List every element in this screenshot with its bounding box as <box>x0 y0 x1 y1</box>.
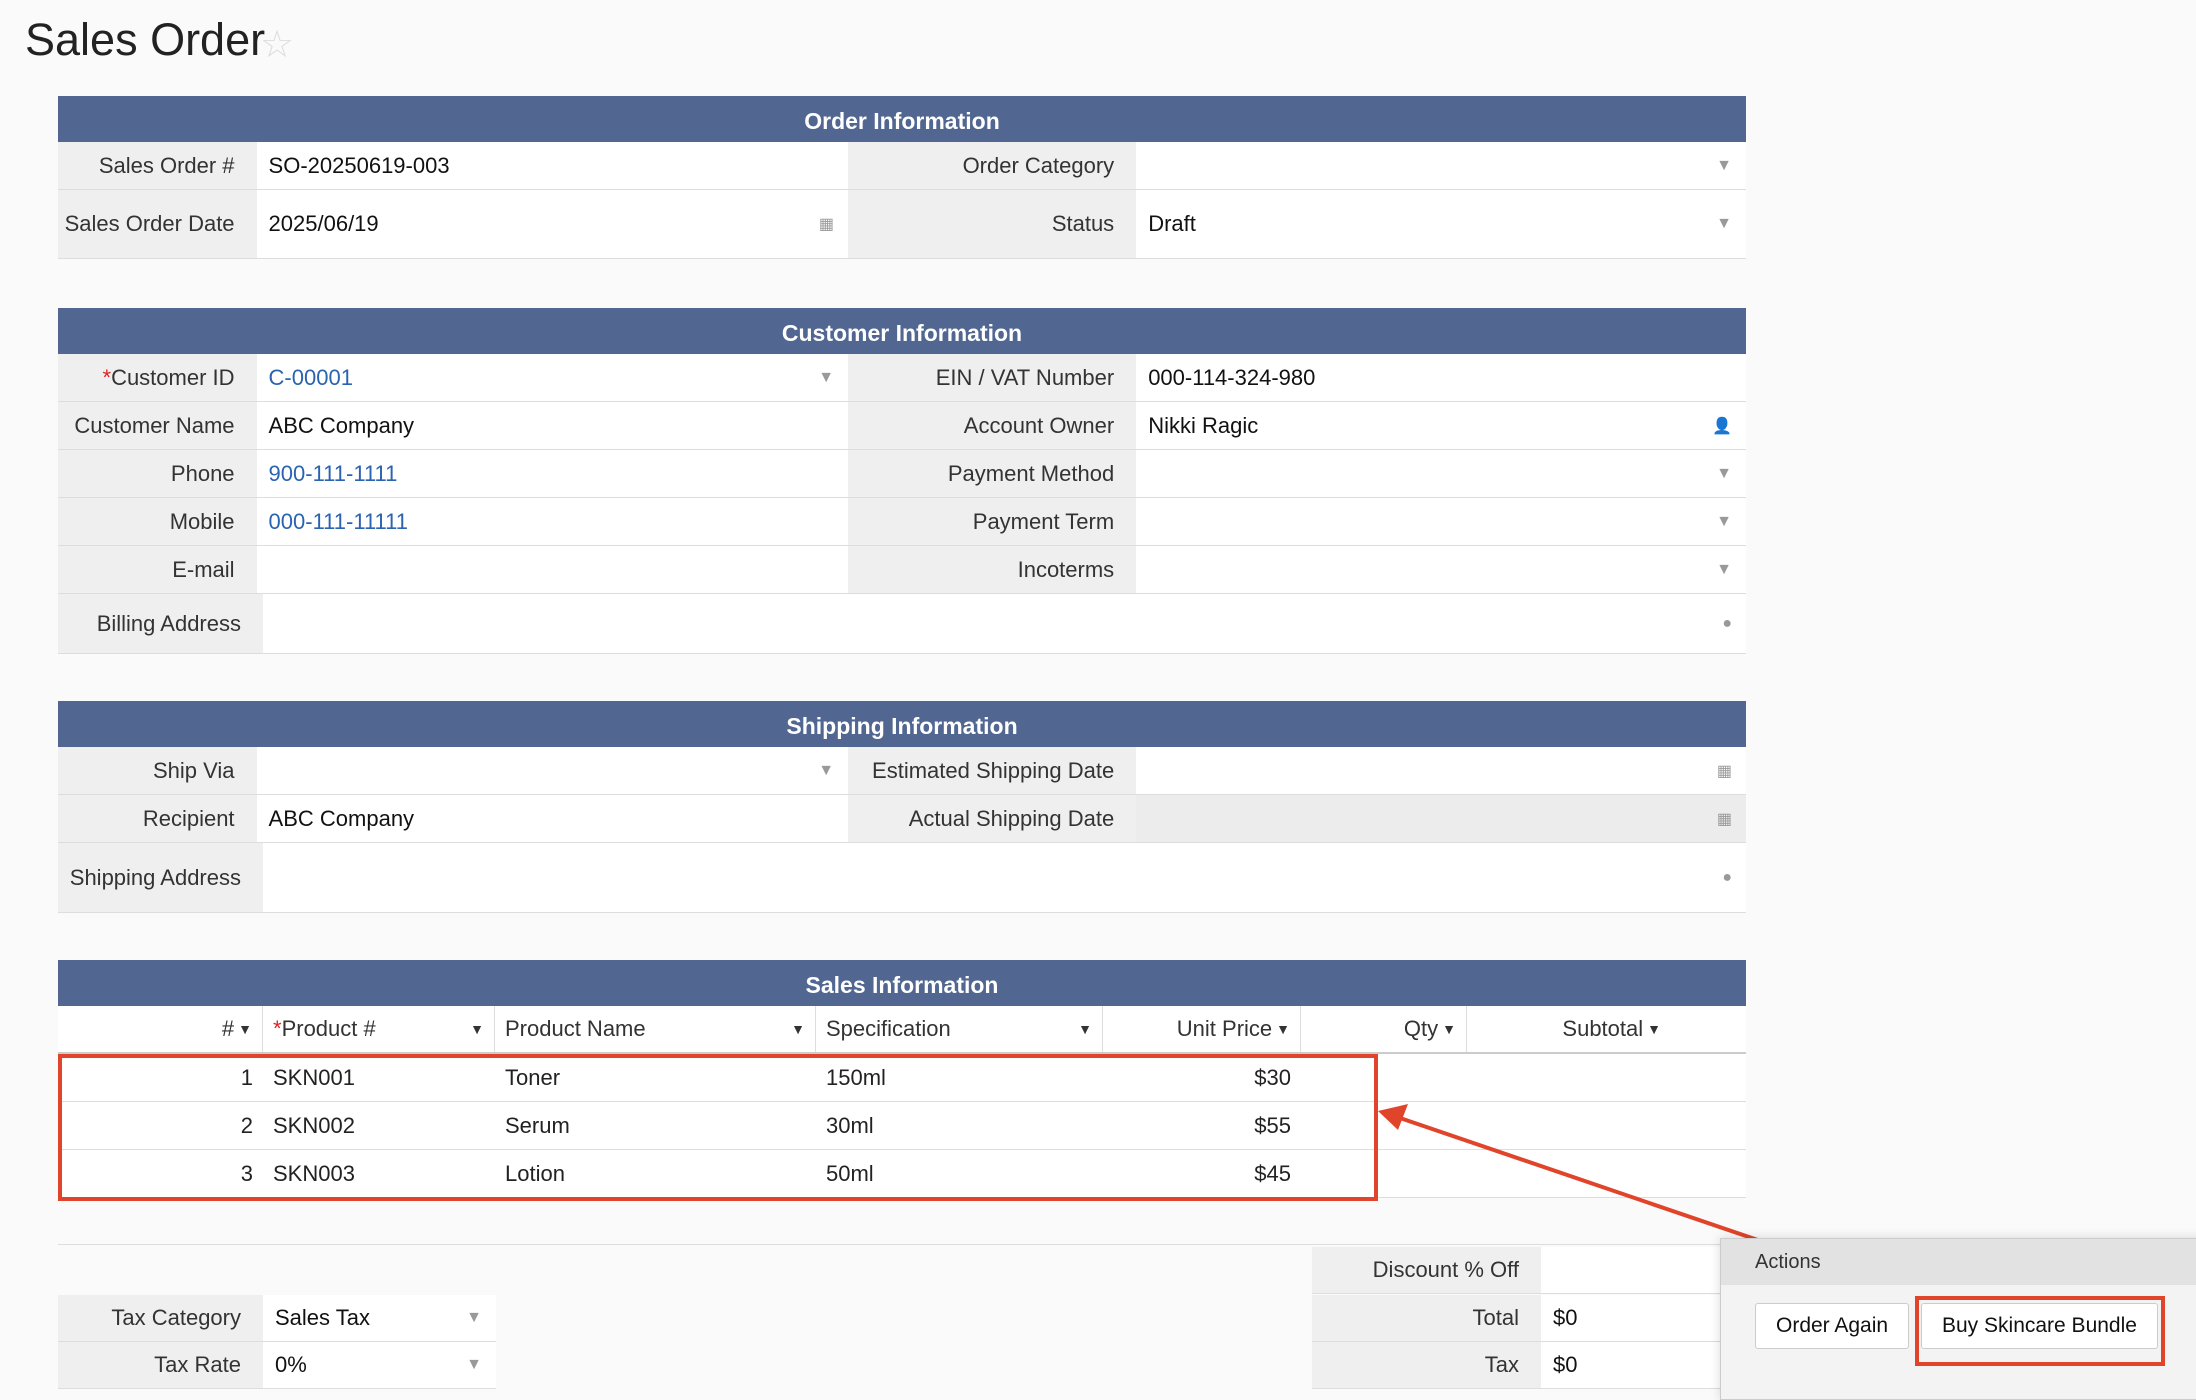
tax-label: Tax <box>1312 1342 1541 1388</box>
divider <box>58 1244 1746 1245</box>
chevron-down-icon: ▼ <box>466 1356 482 1373</box>
annotation-arrow <box>1378 1104 1923 1298</box>
chevron-down-icon: ▼ <box>466 1309 482 1326</box>
highlight-box <box>1915 1296 2165 1366</box>
total-label: Total <box>1312 1295 1541 1341</box>
tax-category-row: Tax Category Sales Tax ▼ <box>58 1295 496 1342</box>
tax-category-select[interactable]: Sales Tax ▼ <box>263 1295 496 1341</box>
tax-category-label: Tax Category <box>58 1295 263 1341</box>
discount-row: Discount % Off <box>1312 1247 1741 1294</box>
tax-rate-value: 0% <box>275 1352 307 1377</box>
total-row: Total $0 <box>1312 1295 1741 1342</box>
discount-field[interactable] <box>1541 1247 1741 1293</box>
tax-rate-row: Tax Rate 0% ▼ <box>58 1342 496 1389</box>
tax-category-value: Sales Tax <box>275 1305 370 1330</box>
discount-label: Discount % Off <box>1312 1247 1541 1293</box>
total-value: $0 <box>1541 1295 1741 1341</box>
tax-row: Tax $0 <box>1312 1342 1741 1389</box>
order-again-button[interactable]: Order Again <box>1755 1303 1910 1349</box>
tax-rate-label: Tax Rate <box>58 1342 263 1388</box>
actions-header: Actions <box>1721 1239 2196 1285</box>
tax-rate-select[interactable]: 0% ▼ <box>263 1342 496 1388</box>
tax-value: $0 <box>1541 1342 1741 1388</box>
